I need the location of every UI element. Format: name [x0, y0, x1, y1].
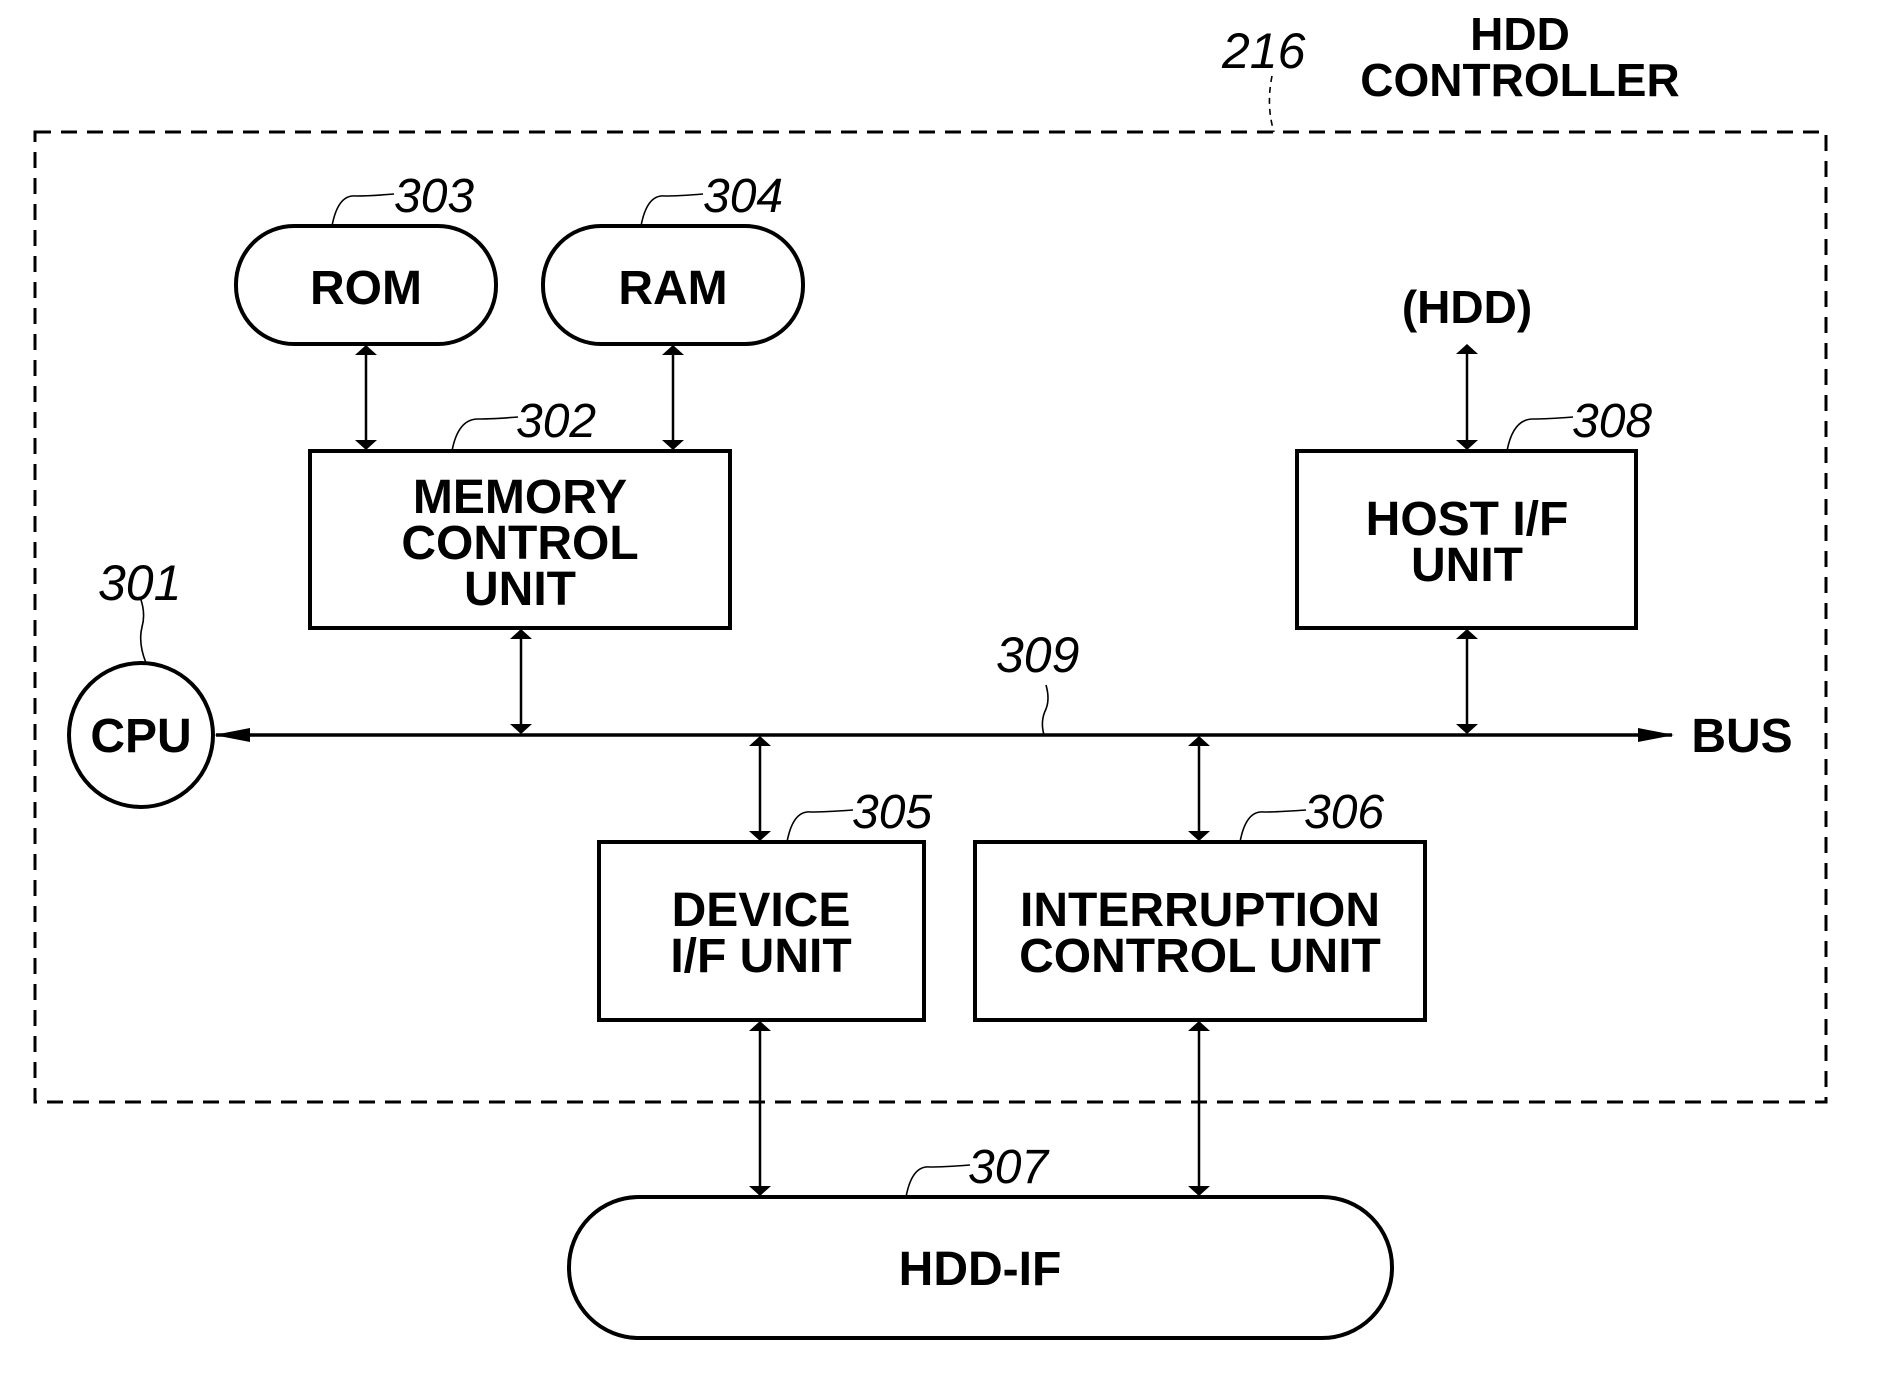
hdd-if-label: HDD-IF [899, 1243, 1062, 1296]
memory-control-unit-block: MEMORY CONTROL UNIT 302 [308, 395, 732, 630]
ram-ref-number: 304 [703, 170, 783, 223]
host-if-ref-number: 308 [1572, 395, 1652, 448]
ram-label: RAM [618, 262, 727, 315]
memory-control-unit-label-line3: UNIT [464, 563, 576, 616]
controller-ref-leader [1268, 75, 1275, 133]
bus-block: BUS 309 [214, 627, 1793, 763]
device-if-unit-label-line2: I/F UNIT [670, 930, 851, 983]
ram-ref-leader [640, 193, 704, 227]
controller-title-line2: CONTROLLER [1360, 54, 1679, 106]
host-if-ref-leader [1506, 416, 1574, 452]
cpu-block: CPU 301 [67, 555, 215, 809]
host-if-unit-block: HOST I/F UNIT 308 [1295, 395, 1652, 630]
cpu-label: CPU [90, 710, 191, 763]
rom-block: ROM 303 [234, 170, 498, 346]
host-if-unit-label-line2: UNIT [1411, 539, 1523, 592]
hdd-if-ref-leader [905, 1164, 971, 1198]
controller-title-line1: HDD [1470, 8, 1570, 60]
interruption-control-unit-label-line2: CONTROL UNIT [1019, 930, 1381, 983]
rom-label: ROM [310, 262, 422, 315]
bus-ref-leader [1041, 684, 1049, 736]
bus-ref-number: 309 [996, 627, 1079, 683]
memory-control-ref-number: 302 [516, 395, 596, 448]
hdd-if-ref-number: 307 [968, 1141, 1050, 1194]
interruption-control-ref-number: 306 [1304, 786, 1384, 839]
hdd-external-label: (HDD) [1402, 281, 1532, 333]
hdd-if-block: HDD-IF 307 [567, 1141, 1394, 1340]
bus-label: BUS [1691, 710, 1792, 763]
device-if-unit-block: DEVICE I/F UNIT 305 [597, 786, 932, 1022]
ram-block: RAM 304 [541, 170, 805, 346]
device-if-ref-number: 305 [852, 786, 932, 839]
memory-control-ref-leader [451, 416, 519, 452]
rom-ref-number: 303 [394, 170, 474, 223]
hdd-controller-diagram: HDD CONTROLLER 216 ROM 303 RAM 304 MEMOR… [33, 8, 1828, 1340]
interruption-control-ref-leader [1239, 809, 1307, 843]
cpu-ref-number: 301 [98, 555, 181, 611]
controller-ref-number: 216 [1221, 23, 1306, 79]
device-if-ref-leader [786, 809, 854, 843]
rom-ref-leader [331, 193, 395, 227]
